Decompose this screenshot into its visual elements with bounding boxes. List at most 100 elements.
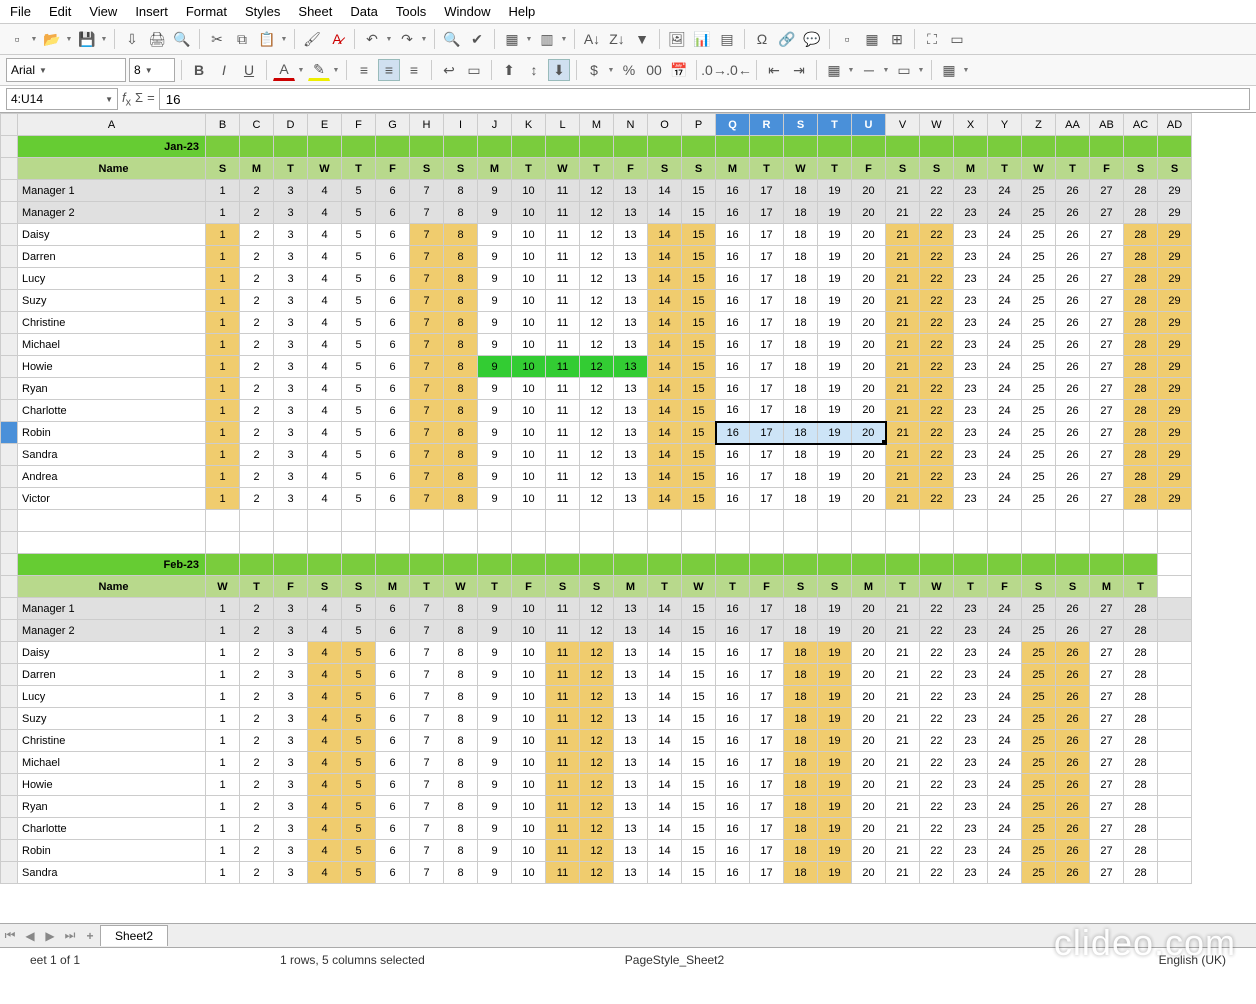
feb-cell-3-26[interactable]: 26 <box>1056 664 1090 686</box>
feb-cell-8-23[interactable]: 23 <box>954 774 988 796</box>
feb-cell-2-5[interactable]: 5 <box>342 642 376 664</box>
jan-cell-0-28[interactable]: 28 <box>1124 180 1158 202</box>
jan-cell-9-15[interactable]: 15 <box>682 378 716 400</box>
feb-cell-10-12[interactable]: 12 <box>580 818 614 840</box>
jan-cell-7-6[interactable]: 6 <box>376 334 410 356</box>
indent-inc-button[interactable]: ⇥ <box>788 59 810 81</box>
feb-cell-5-2[interactable]: 2 <box>240 708 274 730</box>
jan-cell-6-12[interactable]: 12 <box>580 312 614 334</box>
jan-cell-9-16[interactable]: 16 <box>716 378 750 400</box>
jan-cell-8-5[interactable]: 5 <box>342 356 376 378</box>
feb-cell-1-24[interactable]: 24 <box>988 620 1022 642</box>
jan-cell-14-1[interactable]: 1 <box>206 488 240 510</box>
feb-cell-0-6[interactable]: 6 <box>376 598 410 620</box>
feb-cell-5-17[interactable]: 17 <box>750 708 784 730</box>
feb-cell-8-24[interactable]: 24 <box>988 774 1022 796</box>
feb-cell-2-8[interactable]: 8 <box>444 642 478 664</box>
feb-cell-3-27[interactable]: 27 <box>1090 664 1124 686</box>
jan-cell-11-21[interactable]: 21 <box>886 422 920 444</box>
row-header-17[interactable] <box>1 488 18 510</box>
formula-input[interactable] <box>159 88 1250 110</box>
jan-cell-8-13[interactable]: 13 <box>614 356 648 378</box>
feb-cell-7-5[interactable]: 5 <box>342 752 376 774</box>
feb-cell-1-25[interactable]: 25 <box>1022 620 1056 642</box>
jan-cell-3-11[interactable]: 11 <box>546 246 580 268</box>
feb-cell-4-27[interactable]: 27 <box>1090 686 1124 708</box>
row-header-31[interactable] <box>1 796 18 818</box>
jan-cell-7-1[interactable]: 1 <box>206 334 240 356</box>
feb-cell-5-28[interactable]: 28 <box>1124 708 1158 730</box>
jan-cell-2-4[interactable]: 4 <box>308 224 342 246</box>
jan-name-9[interactable]: Ryan <box>18 378 206 400</box>
feb-cell-12-12[interactable]: 12 <box>580 862 614 884</box>
align-center-button[interactable]: ≡ <box>378 59 400 81</box>
jan-cell-0-2[interactable]: 2 <box>240 180 274 202</box>
jan-cell-14-2[interactable]: 2 <box>240 488 274 510</box>
jan-cell-6-5[interactable]: 5 <box>342 312 376 334</box>
feb-cell-0-1[interactable]: 1 <box>206 598 240 620</box>
feb-cell-11-15[interactable]: 15 <box>682 840 716 862</box>
feb-cell-11-22[interactable]: 22 <box>920 840 954 862</box>
jan-cell-8-20[interactable]: 20 <box>852 356 886 378</box>
feb-cell-6-17[interactable]: 17 <box>750 730 784 752</box>
jan-cell-4-10[interactable]: 10 <box>512 268 546 290</box>
feb-cell-11-18[interactable]: 18 <box>784 840 818 862</box>
jan-cell-4-16[interactable]: 16 <box>716 268 750 290</box>
feb-cell-7-10[interactable]: 10 <box>512 752 546 774</box>
col-header-Q[interactable]: Q <box>716 114 750 136</box>
jan-cell-5-21[interactable]: 21 <box>886 290 920 312</box>
jan-cell-14-15[interactable]: 15 <box>682 488 716 510</box>
jan-cell-13-11[interactable]: 11 <box>546 466 580 488</box>
feb-cell-5-24[interactable]: 24 <box>988 708 1022 730</box>
jan-cell-7-21[interactable]: 21 <box>886 334 920 356</box>
jan-cell-13-25[interactable]: 25 <box>1022 466 1056 488</box>
jan-cell-13-9[interactable]: 9 <box>478 466 512 488</box>
feb-cell-12-19[interactable]: 19 <box>818 862 852 884</box>
paste-icon[interactable]: 📋 <box>256 28 278 50</box>
feb-cell-11-12[interactable]: 12 <box>580 840 614 862</box>
jan-cell-8-6[interactable]: 6 <box>376 356 410 378</box>
jan-cell-4-13[interactable]: 13 <box>614 268 648 290</box>
jan-cell-13-23[interactable]: 23 <box>954 466 988 488</box>
align-right-button[interactable]: ≡ <box>403 59 425 81</box>
feb-cell-6-26[interactable]: 26 <box>1056 730 1090 752</box>
jan-cell-14-16[interactable]: 16 <box>716 488 750 510</box>
jan-cell-5-20[interactable]: 20 <box>852 290 886 312</box>
jan-cell-7-14[interactable]: 14 <box>648 334 682 356</box>
feb-cell-11-16[interactable]: 16 <box>716 840 750 862</box>
feb-cell-1-22[interactable]: 22 <box>920 620 954 642</box>
feb-cell-8-7[interactable]: 7 <box>410 774 444 796</box>
feb-cell-9-11[interactable]: 11 <box>546 796 580 818</box>
jan-cell-5-3[interactable]: 3 <box>274 290 308 312</box>
feb-name-4[interactable]: Lucy <box>18 686 206 708</box>
jan-cell-12-5[interactable]: 5 <box>342 444 376 466</box>
feb-cell-3-6[interactable]: 6 <box>376 664 410 686</box>
feb-cell-10-1[interactable]: 1 <box>206 818 240 840</box>
add-decimal-button[interactable]: .0→ <box>703 59 725 81</box>
feb-cell-9-5[interactable]: 5 <box>342 796 376 818</box>
jan-cell-10-19[interactable]: 19 <box>818 400 852 422</box>
feb-cell-7-12[interactable]: 12 <box>580 752 614 774</box>
feb-cell-4-16[interactable]: 16 <box>716 686 750 708</box>
jan-name-0[interactable]: Manager 1 <box>18 180 206 202</box>
jan-cell-14-11[interactable]: 11 <box>546 488 580 510</box>
jan-cell-6-16[interactable]: 16 <box>716 312 750 334</box>
jan-cell-4-2[interactable]: 2 <box>240 268 274 290</box>
feb-cell-11-4[interactable]: 4 <box>308 840 342 862</box>
jan-cell-11-4[interactable]: 4 <box>308 422 342 444</box>
feb-cell-4-21[interactable]: 21 <box>886 686 920 708</box>
jan-cell-11-20[interactable]: 20 <box>852 422 886 444</box>
feb-cell-6-25[interactable]: 25 <box>1022 730 1056 752</box>
jan-cell-5-26[interactable]: 26 <box>1056 290 1090 312</box>
jan-cell-9-18[interactable]: 18 <box>784 378 818 400</box>
feb-cell-0-5[interactable]: 5 <box>342 598 376 620</box>
jan-cell-12-4[interactable]: 4 <box>308 444 342 466</box>
menu-data[interactable]: Data <box>350 4 377 19</box>
feb-cell-9-21[interactable]: 21 <box>886 796 920 818</box>
feb-cell-10-9[interactable]: 9 <box>478 818 512 840</box>
feb-cell-7-28[interactable]: 28 <box>1124 752 1158 774</box>
feb-cell-0-2[interactable]: 2 <box>240 598 274 620</box>
jan-cell-0-17[interactable]: 17 <box>750 180 784 202</box>
tab-first[interactable]: ⏮ <box>0 928 20 943</box>
jan-cell-14-26[interactable]: 26 <box>1056 488 1090 510</box>
